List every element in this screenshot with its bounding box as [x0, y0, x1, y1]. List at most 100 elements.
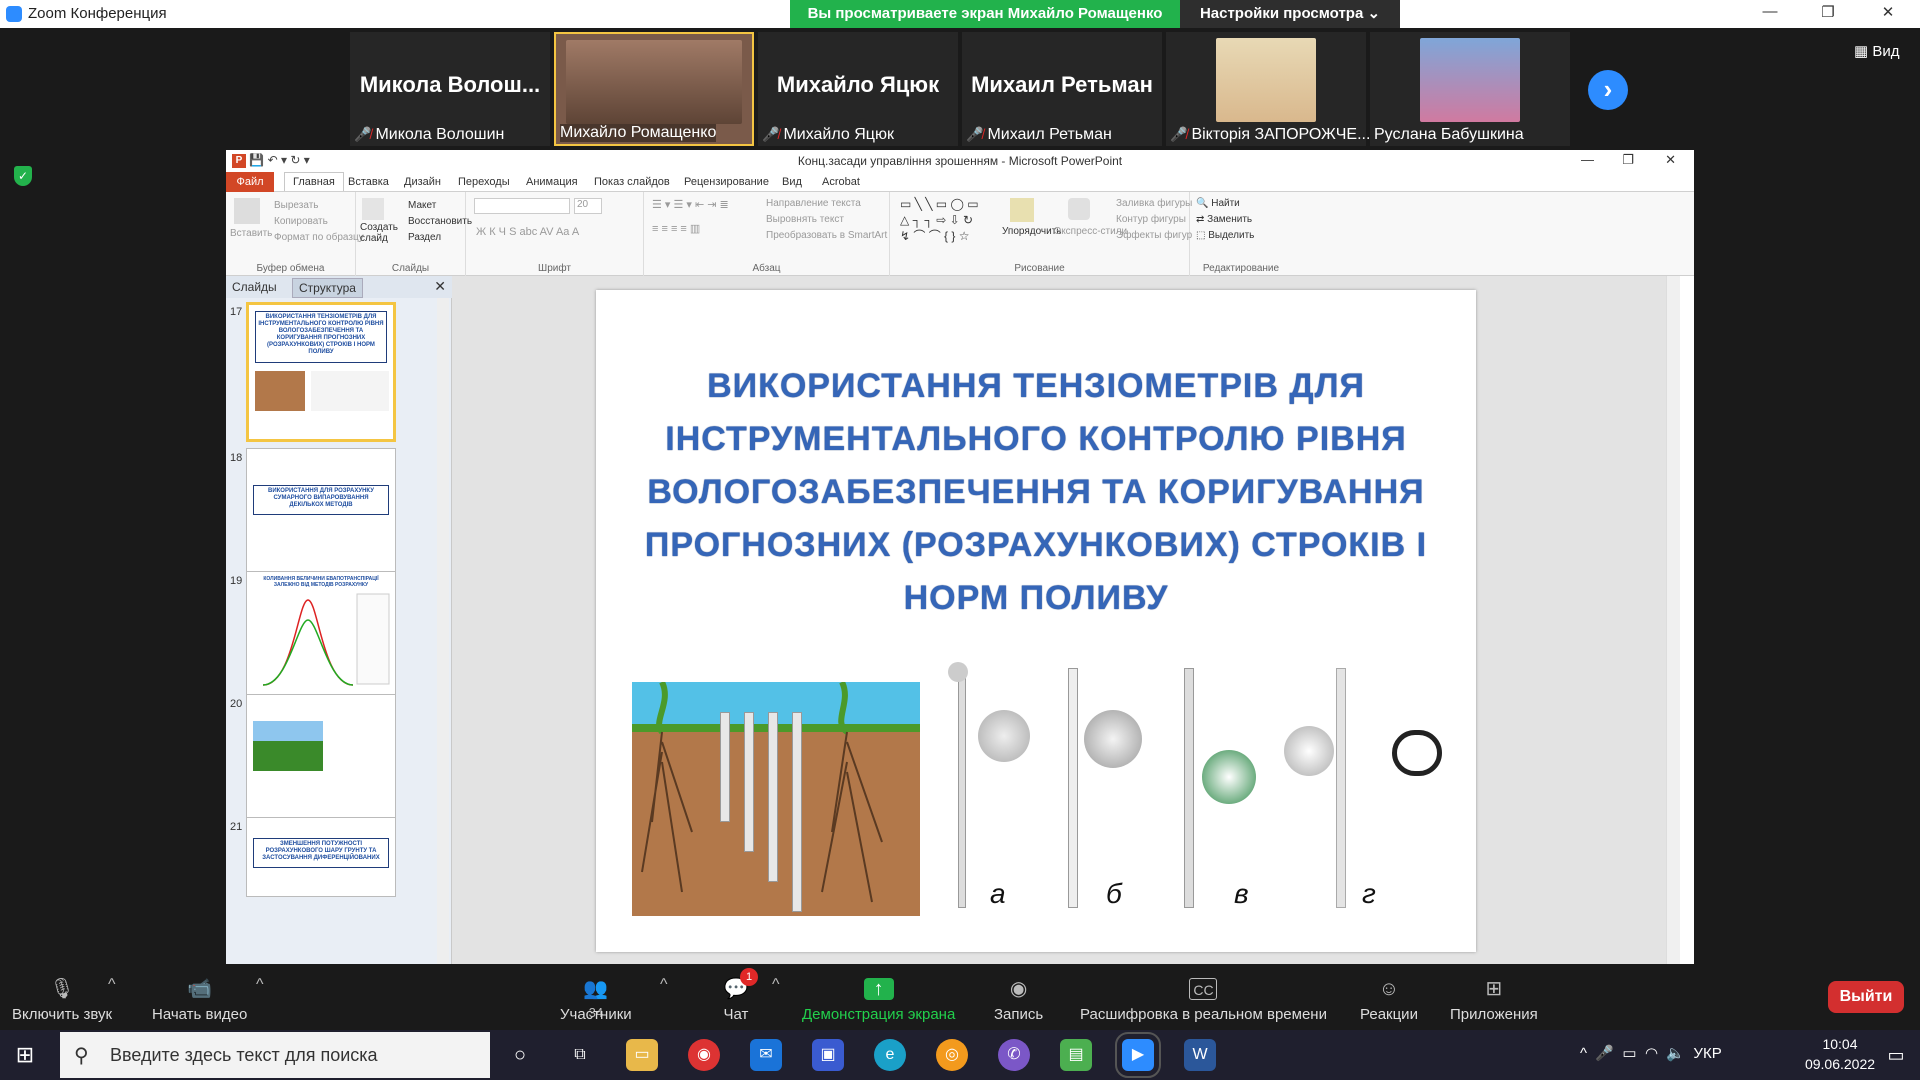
text-direction-button[interactable]: Направление текста	[766, 198, 861, 209]
unmute-button[interactable]: 🎙 Включить звук	[12, 978, 112, 1023]
shapes-gallery[interactable]: ▭ ╲ ╲ ▭ ◯ ▭ △ ┐ ┐ ⇨ ⇩ ↻ ↯ ⌒ ⌒ { } ☆	[900, 196, 1000, 246]
app-icon[interactable]: ▤	[1060, 1039, 1092, 1071]
slide-scrollbar[interactable]	[1666, 276, 1680, 964]
tab-animation[interactable]: Анимация	[526, 176, 578, 188]
format-painter-button[interactable]: Формат по образцу	[274, 232, 364, 243]
shape-outline-button[interactable]: Контур фигуры	[1116, 214, 1186, 225]
slide-thumbnail[interactable]: ЗМЕНШЕННЯ ПОТУЖНОСТІ РОЗРАХУНКОВОГО ШАРУ…	[246, 817, 396, 897]
audio-options-chevron-icon[interactable]: ^	[108, 976, 116, 994]
share-screen-button[interactable]: ↑ Демонстрация экрана	[802, 978, 955, 1023]
mail-icon[interactable]: ✉	[750, 1039, 782, 1071]
select-button[interactable]: ⬚ Выделить	[1196, 230, 1254, 241]
chrome-icon[interactable]: ◉	[688, 1039, 720, 1071]
shape-effects-button[interactable]: Эффекты фигур	[1116, 230, 1192, 241]
close-pane-icon[interactable]: ✕	[434, 278, 446, 295]
minimize-icon[interactable]: —	[1750, 3, 1790, 25]
arrange-icon[interactable]	[1010, 198, 1034, 222]
replace-button[interactable]: ⇄ Заменить	[1196, 214, 1252, 225]
word-icon[interactable]: W	[1184, 1039, 1216, 1071]
tab-slideshow[interactable]: Показ слайдов	[594, 176, 670, 188]
participant-tile[interactable]: Михайло Яцюк 🎤̸ Михайло Яцюк	[758, 32, 958, 146]
arrange-button[interactable]: Упорядочить	[1002, 226, 1062, 237]
clock[interactable]: 10:04 09.06.2022	[1800, 1034, 1880, 1074]
restore-icon[interactable]: ❐	[1808, 3, 1848, 25]
slide-thumbnail[interactable]	[246, 694, 396, 834]
system-tray[interactable]: ^ 🎤 ▭ ◠ 🔈 УКР	[1580, 1044, 1722, 1062]
font-size-box[interactable]: 20	[574, 198, 602, 214]
close-icon[interactable]: ✕	[1868, 3, 1908, 25]
list-buttons[interactable]: ☰ ▾ ☰ ▾ ⇤ ⇥ ≣	[652, 198, 729, 211]
ppt-restore-icon[interactable]: ❐	[1622, 152, 1634, 168]
gauge-d	[1284, 726, 1334, 776]
font-name-box[interactable]	[474, 198, 570, 214]
participants-chevron-icon[interactable]: ^	[660, 976, 668, 994]
tab-outline[interactable]: Структура	[292, 278, 363, 298]
taskbar-search[interactable]: ⚲ Введите здесь текст для поиска	[60, 1032, 490, 1078]
participant-tile[interactable]: Руслана Бабушкина	[1370, 32, 1570, 146]
ppt-close-icon[interactable]: ✕	[1665, 152, 1676, 168]
tab-view[interactable]: Вид	[782, 176, 802, 188]
view-button[interactable]: ▦ Вид	[1854, 42, 1899, 60]
chat-chevron-icon[interactable]: ^	[772, 976, 780, 994]
app-icon[interactable]: ▣	[812, 1039, 844, 1071]
quick-styles-icon[interactable]	[1068, 198, 1090, 220]
tab-review[interactable]: Рецензирование	[684, 176, 769, 188]
task-view-icon[interactable]: ⧉	[564, 1039, 596, 1071]
zoom-taskbar-icon[interactable]: ▶	[1115, 1032, 1161, 1078]
participants-button[interactable]: 👥 34 Участники	[560, 978, 632, 1023]
tab-file[interactable]: Файл	[226, 172, 274, 192]
shape-fill-button[interactable]: Заливка фигуры	[1116, 198, 1192, 209]
start-video-button[interactable]: 📹 Начать видео	[152, 978, 247, 1023]
font-format-buttons[interactable]: Ж К Ч S abc AV Aa A	[476, 226, 579, 238]
browser-icon[interactable]: ◎	[936, 1039, 968, 1071]
pane-scrollbar[interactable]	[437, 298, 449, 964]
record-button[interactable]: ◉ Запись	[994, 978, 1043, 1023]
reset-button[interactable]: Восстановить	[408, 216, 472, 227]
tab-transitions[interactable]: Переходы	[458, 176, 510, 188]
ppt-minimize-icon[interactable]: —	[1581, 152, 1594, 167]
smartart-button[interactable]: Преобразовать в SmartArt	[766, 230, 887, 241]
align-text-button[interactable]: Выровнять текст	[766, 214, 844, 225]
file-explorer-icon[interactable]: ▭	[626, 1039, 658, 1071]
participant-tile[interactable]: Михаил Ретьман 🎤̸ Михаил Ретьман	[962, 32, 1162, 146]
notifications-icon[interactable]: ▭	[1880, 1039, 1912, 1071]
apps-button[interactable]: ⊞ Приложения	[1450, 978, 1538, 1023]
tab-design[interactable]: Дизайн	[404, 176, 441, 188]
tab-slides[interactable]: Слайды	[232, 280, 277, 294]
label-a: а	[990, 878, 1006, 909]
new-slide-button[interactable]: Создать слайд	[360, 222, 400, 244]
paste-icon[interactable]	[234, 198, 260, 224]
next-page-chevron-icon[interactable]: ›	[1588, 70, 1628, 110]
slide-thumbnail[interactable]: КОЛИВАННЯ ВЕЛИЧИНИ ЕВАПОТРАНСПІРАЦІЇ ЗАЛ…	[246, 571, 396, 711]
cut-button[interactable]: Вырезать	[274, 200, 318, 211]
edge-icon[interactable]: e	[874, 1039, 906, 1071]
security-shield-icon[interactable]: ✓	[14, 166, 32, 186]
cortana-icon[interactable]: ○	[504, 1039, 536, 1071]
align-buttons[interactable]: ≡ ≡ ≡ ≡ ▥	[652, 222, 700, 235]
participant-tile[interactable]: 🎤̸ Вікторія ЗАПОРОЖЧЕ...	[1166, 32, 1370, 146]
tab-insert[interactable]: Вставка	[348, 176, 389, 188]
tab-acrobat[interactable]: Acrobat	[822, 176, 860, 188]
slide-title[interactable]: ВИКОРИСТАННЯ ТЕНЗІОМЕТРІВ ДЛЯ ІНСТРУМЕНТ…	[616, 360, 1456, 625]
video-options-chevron-icon[interactable]: ^	[256, 976, 264, 994]
new-slide-icon[interactable]	[362, 198, 384, 220]
leave-button[interactable]: Выйти	[1828, 981, 1904, 1013]
muted-mic-icon: 🎤̸	[354, 126, 372, 142]
tab-home[interactable]: Главная	[284, 172, 344, 191]
copy-button[interactable]: Копировать	[274, 216, 328, 227]
current-slide[interactable]: ВИКОРИСТАННЯ ТЕНЗІОМЕТРІВ ДЛЯ ІНСТРУМЕНТ…	[596, 290, 1476, 952]
slide-thumbnail[interactable]: ВИКОРИСТАННЯ ДЛЯ РОЗРАХУНКУ СУМАРНОГО ВИ…	[246, 448, 396, 588]
live-transcript-button[interactable]: CC Расшифровка в реальном времени	[1080, 978, 1327, 1023]
paste-button[interactable]: Вставить	[230, 228, 272, 239]
gauge-a	[978, 710, 1030, 762]
slide-thumbnail-selected[interactable]: ВИКОРИСТАННЯ ТЕНЗІОМЕТРІВ ДЛЯ ІНСТРУМЕНТ…	[246, 302, 396, 442]
windows-start-icon[interactable]: ⊞	[10, 1040, 40, 1070]
find-button[interactable]: 🔍 Найти	[1196, 198, 1240, 209]
participant-tile[interactable]: Микола Волош... 🎤̸ Микола Волошин	[350, 32, 550, 146]
view-settings-button[interactable]: Настройки просмотра ⌄	[1180, 0, 1400, 28]
viber-icon[interactable]: ✆	[998, 1039, 1030, 1071]
section-button[interactable]: Раздел	[408, 232, 441, 243]
participant-tile-active[interactable]: Михайло Ромащенко	[554, 32, 754, 146]
layout-button[interactable]: Макет	[408, 200, 436, 211]
reactions-button[interactable]: ☺ Реакции	[1360, 978, 1418, 1023]
